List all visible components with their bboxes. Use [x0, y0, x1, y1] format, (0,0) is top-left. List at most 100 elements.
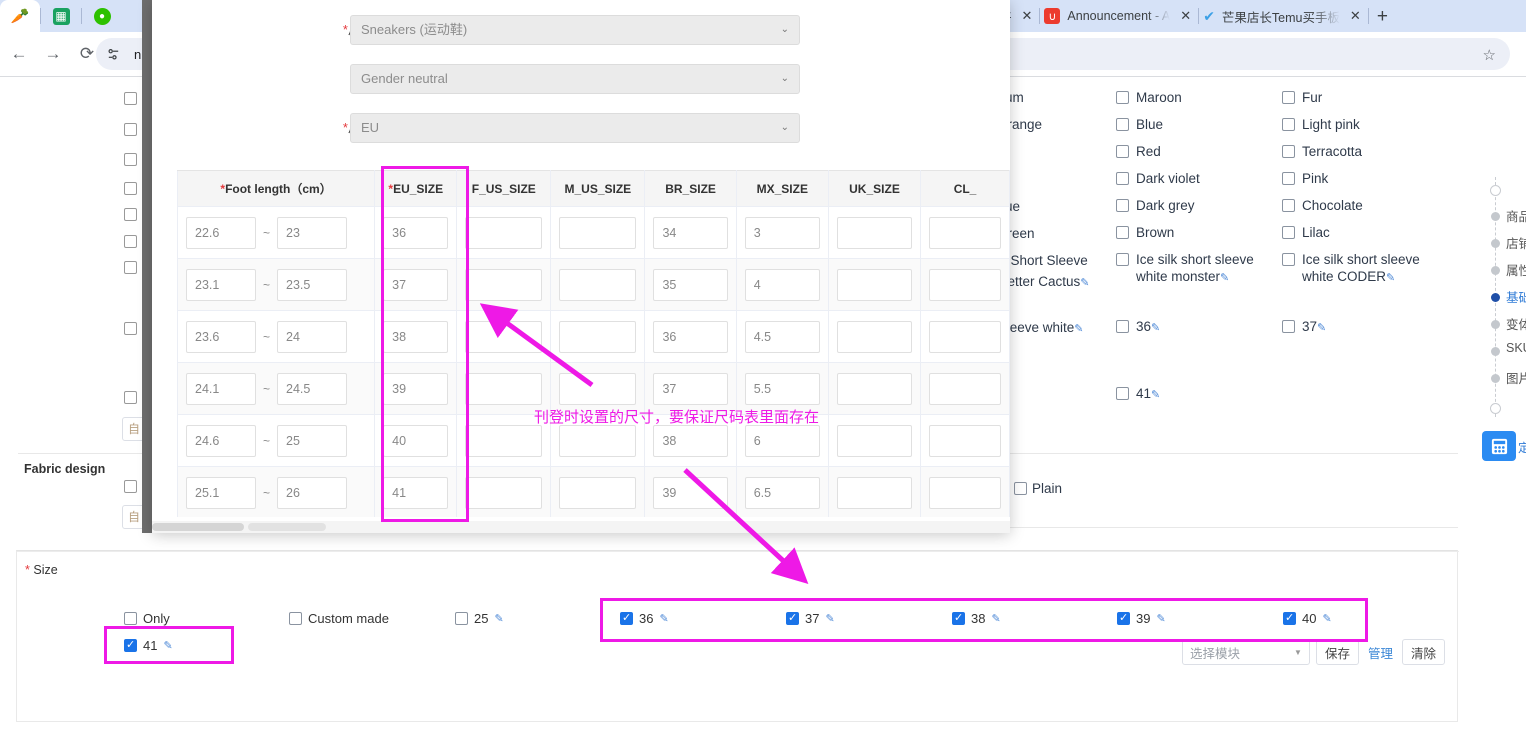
pinned-tab-sheets[interactable]: ▦: [41, 0, 81, 32]
size-option-25[interactable]: 25 ✎: [455, 611, 504, 626]
size-option-only[interactable]: Only: [124, 611, 170, 626]
foot-max-input[interactable]: 23.5: [277, 268, 348, 301]
mx-size-input[interactable]: 4: [744, 268, 820, 301]
f-us-size-input[interactable]: [465, 372, 543, 405]
f-us-size-input[interactable]: [465, 268, 543, 301]
rail-label-5[interactable]: SKU: [1506, 341, 1526, 355]
size-option-38[interactable]: 38 ✎: [952, 611, 1001, 626]
foot-max-input[interactable]: 25: [277, 424, 348, 457]
foot-min-input[interactable]: 24.1: [186, 372, 256, 405]
uk-size-input[interactable]: [836, 372, 913, 405]
color-checkbox-red[interactable]: [1116, 145, 1129, 158]
checkbox[interactable]: [786, 611, 799, 625]
save-button[interactable]: 保存: [1315, 639, 1359, 665]
foot-min-input[interactable]: 23.1: [186, 268, 256, 301]
uk-size-input[interactable]: [836, 424, 913, 457]
color-checkbox-dark-grey[interactable]: [1116, 199, 1129, 212]
manage-link[interactable]: 管理: [1365, 643, 1396, 662]
color-checkbox-blue[interactable]: [1116, 118, 1129, 131]
f-us-size-input[interactable]: [465, 476, 543, 509]
foot-min-input[interactable]: 25.1: [186, 476, 256, 509]
uk-size-input[interactable]: [836, 268, 913, 301]
gender-select[interactable]: Gender neutral ⌄: [350, 64, 800, 94]
edit-pencil-icon[interactable]: ✎: [1317, 322, 1326, 334]
br-size-input[interactable]: 34: [653, 216, 728, 249]
foot-max-input[interactable]: 24: [277, 320, 348, 353]
mx-size-input[interactable]: 6: [744, 424, 820, 457]
color-checkbox-light-pink[interactable]: [1282, 118, 1295, 131]
edit-pencil-icon[interactable]: ✎: [1074, 323, 1083, 335]
color-checkbox-terracotta[interactable]: [1282, 145, 1295, 158]
foot-max-input[interactable]: 26: [277, 476, 348, 509]
size-option-41[interactable]: 41 ✎: [124, 638, 173, 653]
new-tab-button[interactable]: +: [1369, 7, 1396, 26]
size-option-40[interactable]: 40 ✎: [1283, 611, 1332, 626]
edit-pencil-icon[interactable]: ✎: [1080, 277, 1089, 289]
rail-label-6[interactable]: 图片: [1506, 368, 1526, 387]
bookmark-star-icon[interactable]: ☆: [1483, 46, 1496, 64]
uk-size-input[interactable]: [836, 320, 913, 353]
edit-pencil-icon[interactable]: ✎: [1322, 612, 1331, 625]
size-option-39[interactable]: 39 ✎: [1117, 611, 1166, 626]
br-size-input[interactable]: 37: [653, 372, 728, 405]
eu-size-input[interactable]: 37: [383, 268, 449, 301]
checkbox[interactable]: [1283, 611, 1296, 625]
edit-pencil-icon[interactable]: ✎: [659, 612, 668, 625]
close-icon[interactable]: ✕: [1019, 8, 1036, 24]
color-checkbox-brown[interactable]: [1116, 226, 1129, 239]
left-checkbox[interactable]: [124, 123, 137, 136]
rail-label-3[interactable]: 基础: [1506, 287, 1526, 306]
br-size-input[interactable]: 39: [653, 476, 728, 509]
checkbox[interactable]: [124, 638, 137, 652]
checkbox[interactable]: [620, 611, 633, 625]
module-select[interactable]: 选择模块 ▼: [1181, 639, 1310, 665]
left-checkbox[interactable]: [124, 322, 137, 335]
left-checkbox[interactable]: [124, 92, 137, 105]
cl-size-input[interactable]: [929, 476, 1001, 509]
calculator-label[interactable]: 定: [1518, 439, 1526, 456]
scrollbar-thumb[interactable]: [152, 523, 244, 531]
checkbox[interactable]: [1117, 611, 1130, 625]
eu-size-input[interactable]: 39: [383, 372, 449, 405]
rail-label-2[interactable]: 属性: [1506, 260, 1526, 279]
color-checkbox-chocolate[interactable]: [1282, 199, 1295, 212]
mx-size-input[interactable]: 5.5: [744, 372, 820, 405]
m-us-size-input[interactable]: [559, 216, 637, 249]
close-icon[interactable]: ✕: [1347, 8, 1364, 24]
checkbox[interactable]: [455, 612, 468, 625]
rail-node-6[interactable]: [1491, 374, 1500, 383]
size-checkbox-36-behind[interactable]: [1116, 320, 1129, 333]
left-checkbox[interactable]: [124, 153, 137, 166]
foot-max-input[interactable]: 24.5: [277, 372, 348, 405]
edit-pencil-icon[interactable]: ✎: [1156, 612, 1165, 625]
cl-size-input[interactable]: [929, 216, 1001, 249]
rail-node-3[interactable]: [1491, 293, 1500, 302]
m-us-size-input[interactable]: [559, 372, 637, 405]
edit-pencil-icon[interactable]: ✎: [1220, 272, 1229, 284]
size-option-37[interactable]: 37 ✎: [786, 611, 835, 626]
edit-pencil-icon[interactable]: ✎: [991, 612, 1000, 625]
rail-node-5[interactable]: [1491, 347, 1500, 356]
br-size-input[interactable]: 38: [653, 424, 728, 457]
color-checkbox-lilac[interactable]: [1282, 226, 1295, 239]
size-type-select[interactable]: EU ⌄: [350, 113, 800, 143]
edit-pencil-icon[interactable]: ✎: [163, 639, 172, 652]
edit-pencil-icon[interactable]: ✎: [494, 612, 503, 625]
checkbox[interactable]: [952, 611, 965, 625]
rail-node-4[interactable]: [1491, 320, 1500, 329]
rail-label-1[interactable]: 店铺: [1506, 233, 1526, 252]
edit-pencil-icon[interactable]: ✎: [1386, 272, 1395, 284]
m-us-size-input[interactable]: [559, 268, 637, 301]
rail-node-2[interactable]: [1491, 266, 1500, 275]
edit-pencil-icon[interactable]: ✎: [825, 612, 834, 625]
color-checkbox-dark-violet[interactable]: [1116, 172, 1129, 185]
cl-size-input[interactable]: [929, 372, 1001, 405]
rail-node-1[interactable]: [1491, 239, 1500, 248]
uk-size-input[interactable]: [836, 216, 913, 249]
m-us-size-input[interactable]: [559, 476, 637, 509]
size-checkbox-41-behind[interactable]: [1116, 387, 1129, 400]
foot-max-input[interactable]: 23: [277, 216, 348, 249]
checkbox[interactable]: [289, 612, 302, 625]
color-checkbox-ice-silk-monster[interactable]: [1116, 253, 1129, 266]
color-checkbox-pink[interactable]: [1282, 172, 1295, 185]
